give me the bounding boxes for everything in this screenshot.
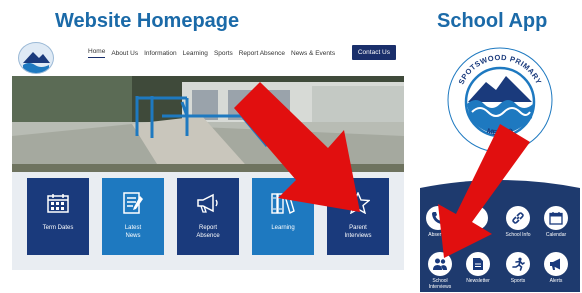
nav-menu: Home About Us Information Learning Sport…	[88, 48, 335, 58]
app-sports-label: Sports	[510, 278, 526, 284]
app-school-interviews-label: School Interviews	[428, 278, 452, 290]
app-logo: SPOTSWOOD PRIMARY ME AKO	[446, 46, 554, 154]
app-school-info-label: School Info	[505, 232, 531, 238]
school-logo[interactable]	[18, 42, 54, 74]
megaphone-icon	[196, 192, 220, 214]
nav-information[interactable]: Information	[144, 50, 177, 57]
report-absence-card[interactable]: Report Absence	[177, 178, 239, 255]
news-icon	[121, 192, 145, 214]
app-absence-item[interactable]: Absence	[420, 206, 456, 238]
link-icon[interactable]	[506, 206, 530, 230]
latest-news-card[interactable]: Latest News	[102, 178, 164, 255]
report-absence-label: Report Absence	[196, 225, 220, 239]
app-alerts-label: Alerts	[549, 278, 563, 284]
nav-home[interactable]: Home	[88, 48, 106, 58]
latest-news-label: Latest News	[124, 225, 142, 239]
app-calendar-label: Calendar	[545, 232, 567, 238]
app-calendar-item[interactable]: Calendar	[538, 206, 574, 238]
term-dates-label: Term Dates	[42, 225, 74, 231]
people-icon[interactable]	[428, 252, 452, 276]
website-homepage-heading: Website Homepage	[55, 10, 240, 32]
nav-report-absence[interactable]: Report Absence	[239, 50, 285, 57]
runner-icon[interactable]	[506, 252, 530, 276]
calendar-icon[interactable]	[544, 206, 568, 230]
star-icon	[346, 192, 370, 214]
website-screenshot: Home About Us Information Learning Sport…	[12, 40, 404, 270]
website-nav: Home About Us Information Learning Sport…	[12, 40, 404, 76]
app-absence-label: Absence	[428, 232, 448, 238]
app-school-info-item[interactable]: School Info	[500, 206, 536, 238]
school-app-screenshot: SPOTSWOOD PRIMARY ME AKO Absence School …	[420, 40, 580, 292]
nav-sports[interactable]: Sports	[214, 50, 233, 57]
school-app-heading: School App	[437, 10, 548, 32]
books-icon	[271, 192, 295, 214]
blank-icon[interactable]	[464, 206, 488, 230]
app-school-interviews-item[interactable]: School Interviews	[422, 252, 458, 290]
app-newsletter-item[interactable]: Newsletter	[460, 252, 496, 284]
app-sports-item[interactable]: Sports	[500, 252, 536, 284]
term-dates-card[interactable]: Term Dates	[27, 178, 89, 255]
learning-label: Learning	[271, 225, 295, 231]
hero-image	[12, 76, 404, 172]
parent-interviews-card[interactable]: Parent Interviews	[327, 178, 389, 255]
learning-card[interactable]: Learning	[252, 178, 314, 255]
nav-news-events[interactable]: News & Events	[291, 50, 335, 57]
contact-us-button[interactable]: Contact Us	[351, 45, 396, 60]
document-icon[interactable]	[466, 252, 490, 276]
megaphone-icon[interactable]	[544, 252, 568, 276]
app-alerts-item[interactable]: Alerts	[538, 252, 574, 284]
parent-interviews-label: Parent Interviews	[344, 225, 372, 239]
nav-learning[interactable]: Learning	[183, 50, 208, 57]
calendar-icon	[46, 192, 70, 214]
nav-about-us[interactable]: About Us	[111, 50, 138, 57]
phone-icon[interactable]	[426, 206, 450, 230]
app-hidden-item[interactable]	[458, 206, 494, 230]
app-newsletter-label: Newsletter	[466, 278, 490, 284]
